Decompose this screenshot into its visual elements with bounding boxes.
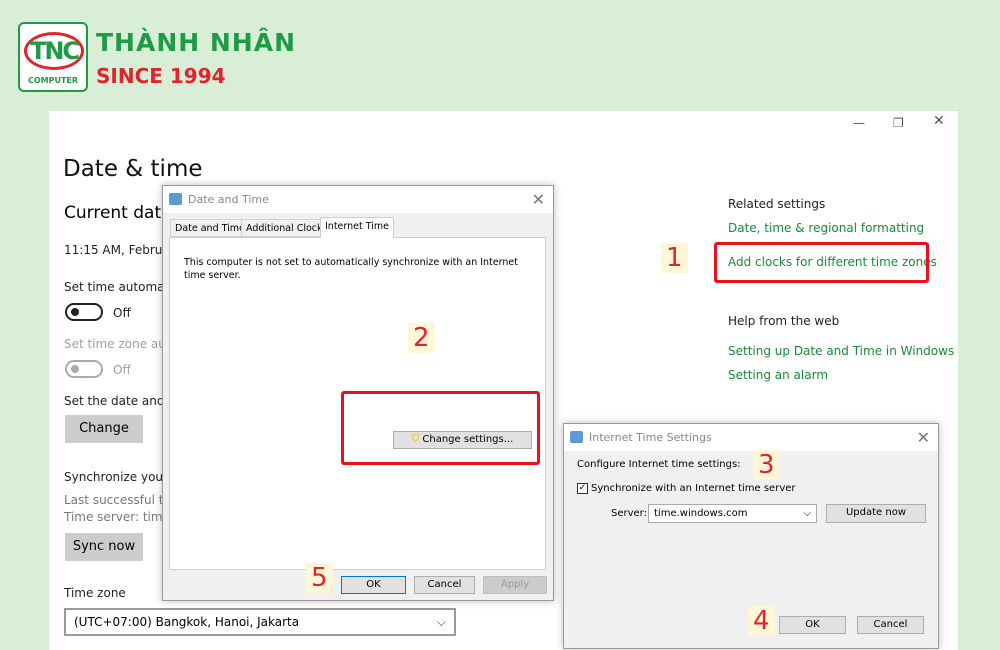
set-date-label: Set the date and t <box>64 394 173 408</box>
close-icon[interactable]: ✕ <box>933 113 945 129</box>
close-icon[interactable]: ✕ <box>917 428 930 447</box>
minimize-icon[interactable]: — <box>853 116 865 130</box>
clock-icon <box>169 193 182 205</box>
dialog-title: Internet Time Settings <box>589 431 712 444</box>
highlight-box <box>341 391 540 465</box>
help-heading: Help from the web <box>728 314 840 328</box>
link-help-alarm[interactable]: Setting an alarm <box>728 368 828 382</box>
chevron-down-icon: ⌵ <box>436 615 446 629</box>
timezone-select[interactable]: (UTC+07:00) Bangkok, Hanoi, Jakarta ⌵ <box>64 608 456 636</box>
ok-button[interactable]: OK <box>779 616 846 634</box>
sync-heading: Synchronize your <box>64 470 168 484</box>
sync-message: This computer is not set to automaticall… <box>184 257 518 281</box>
tnc-logo: TNC COMPUTER <box>18 22 88 92</box>
tab-internet-time[interactable]: Internet Time <box>320 217 394 238</box>
current-date-heading: Current date <box>64 203 172 223</box>
tab-date-and-time[interactable]: Date and Time <box>170 219 250 237</box>
update-now-button[interactable]: Update now <box>826 504 926 523</box>
apply-button[interactable]: Apply <box>483 576 547 594</box>
brand-since: SINCE 1994 <box>96 64 226 88</box>
set-tz-auto-label: Set time zone auto <box>64 337 178 351</box>
cancel-button[interactable]: Cancel <box>414 576 475 594</box>
dialog-titlebar: Internet Time Settings ✕ <box>564 424 938 451</box>
page-title: Date & time <box>63 156 203 182</box>
dialog-titlebar: Date and Time ✕ <box>163 186 553 213</box>
logo-mark: TNC <box>24 32 84 70</box>
cancel-button[interactable]: Cancel <box>857 616 924 634</box>
sync-checkbox[interactable]: ✓ <box>577 483 588 494</box>
toggle-state: Off <box>113 363 131 377</box>
ok-button[interactable]: OK <box>341 576 406 594</box>
server-label: Server: <box>611 508 647 519</box>
brand-name: THÀNH NHÂN <box>96 28 296 57</box>
step-label: 5 <box>306 563 333 593</box>
related-heading: Related settings <box>728 197 826 211</box>
change-button[interactable]: Change <box>65 415 143 443</box>
clock-icon <box>570 431 583 443</box>
close-icon[interactable]: ✕ <box>532 190 545 209</box>
tab-additional-clocks[interactable]: Additional Clocks <box>241 219 333 237</box>
link-help-date-time[interactable]: Setting up Date and Time in Windows <box>728 344 954 358</box>
toggle-state: Off <box>113 306 131 320</box>
set-time-auto-label: Set time automati <box>64 280 173 294</box>
tz-label: Time zone <box>64 586 126 600</box>
tz-value: (UTC+07:00) Bangkok, Hanoi, Jakarta <box>74 615 300 629</box>
step-label: 2 <box>408 323 435 353</box>
highlight-box <box>714 242 929 283</box>
link-regional-formatting[interactable]: Date, time & regional formatting <box>728 221 924 235</box>
logo-sub: COMPUTER <box>27 76 79 85</box>
step-label: 4 <box>748 606 775 636</box>
configure-label: Configure Internet time settings: <box>577 459 741 470</box>
chevron-down-icon: ⌵ <box>803 508 811 519</box>
restore-icon[interactable]: ❐ <box>893 116 904 130</box>
set-tz-auto-toggle[interactable] <box>65 360 103 378</box>
server-select[interactable]: time.windows.com ⌵ <box>648 504 817 523</box>
sync-now-button[interactable]: Sync now <box>65 533 143 561</box>
time-server: Time server: time. <box>64 510 174 524</box>
sync-checkbox-label: Synchronize with an Internet time server <box>591 483 796 494</box>
set-time-auto-toggle[interactable] <box>65 303 103 321</box>
step-label: 3 <box>753 450 780 480</box>
server-value: time.windows.com <box>654 508 748 519</box>
step-label: 1 <box>661 243 688 273</box>
dialog-title: Date and Time <box>188 193 269 206</box>
